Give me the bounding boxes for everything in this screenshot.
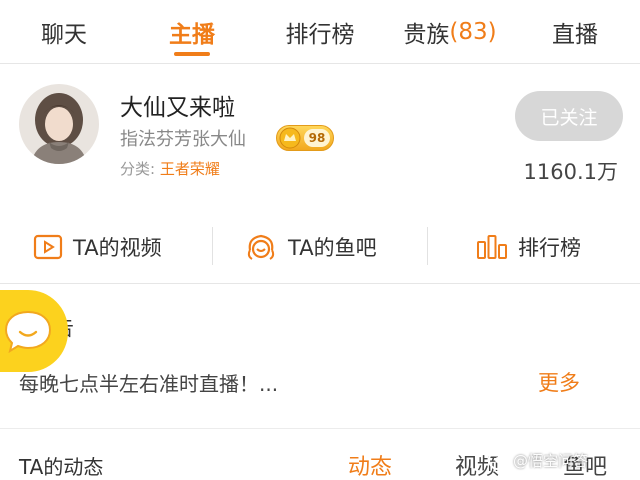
- notice-text: 每晚七点半左右准时直播！...: [19, 372, 279, 396]
- anchor-avatar[interactable]: [19, 84, 99, 164]
- room-title: 指法芬芳张大仙: [120, 129, 246, 150]
- ranking-label: 排行榜: [518, 236, 581, 260]
- category-link[interactable]: 王者荣耀: [160, 160, 220, 178]
- level-number: 98: [304, 129, 330, 147]
- anchor-name: 大仙又来啦: [120, 95, 235, 121]
- tab-nobility[interactable]: 贵族 (83): [385, 0, 515, 64]
- active-tab-indicator: [174, 52, 210, 56]
- tab-ranking-label: 排行榜: [285, 22, 355, 48]
- dynamics-title: TA的动态: [19, 455, 104, 479]
- tab-nobility-label: 贵族: [403, 22, 450, 48]
- follow-button[interactable]: 已关注: [515, 91, 623, 141]
- ta-fish-bar-button[interactable]: TA的鱼吧: [244, 210, 377, 284]
- nobility-count: (83): [449, 19, 497, 45]
- tab-ranking[interactable]: 排行榜: [270, 0, 370, 64]
- ta-fish-bar-label: TA的鱼吧: [288, 236, 377, 260]
- watermark: @悟空问答: [487, 449, 588, 471]
- section-divider: [0, 428, 640, 429]
- fish-bar-icon: [244, 232, 278, 262]
- tab-chat-label: 聊天: [41, 22, 87, 48]
- tab-anchor-label: 主播: [169, 22, 215, 48]
- action-row: TA的视频 TA的鱼吧 排行榜: [0, 210, 640, 284]
- tab-live-label: 直播: [552, 22, 598, 48]
- watermark-logo-icon: [488, 450, 508, 470]
- ta-videos-label: TA的视频: [73, 236, 162, 260]
- top-tab-bar: 聊天 主播 排行榜 贵族 (83) 直播: [0, 0, 640, 64]
- action-divider: [212, 227, 213, 265]
- chat-bubble-button[interactable]: [0, 290, 68, 372]
- watermark-text: @悟空问答: [513, 451, 589, 470]
- video-play-icon: [33, 234, 63, 260]
- tab-chat[interactable]: 聊天: [14, 0, 114, 64]
- category-row: 分类: 王者荣耀: [120, 158, 220, 179]
- more-link[interactable]: 更多: [538, 367, 580, 397]
- ranking-button[interactable]: 排行榜: [476, 210, 581, 284]
- crown-icon: [279, 127, 301, 149]
- action-divider: [427, 227, 428, 265]
- tab-live[interactable]: 直播: [525, 0, 625, 64]
- category-label: 分类:: [120, 160, 156, 178]
- follower-count: 1160.1万: [523, 160, 618, 184]
- level-badge: 98: [276, 125, 334, 151]
- chat-bubble-icon: [4, 310, 52, 354]
- ranking-bars-icon: [476, 234, 508, 260]
- tab-dynamics[interactable]: 动态: [348, 449, 392, 480]
- ta-videos-button[interactable]: TA的视频: [33, 210, 162, 284]
